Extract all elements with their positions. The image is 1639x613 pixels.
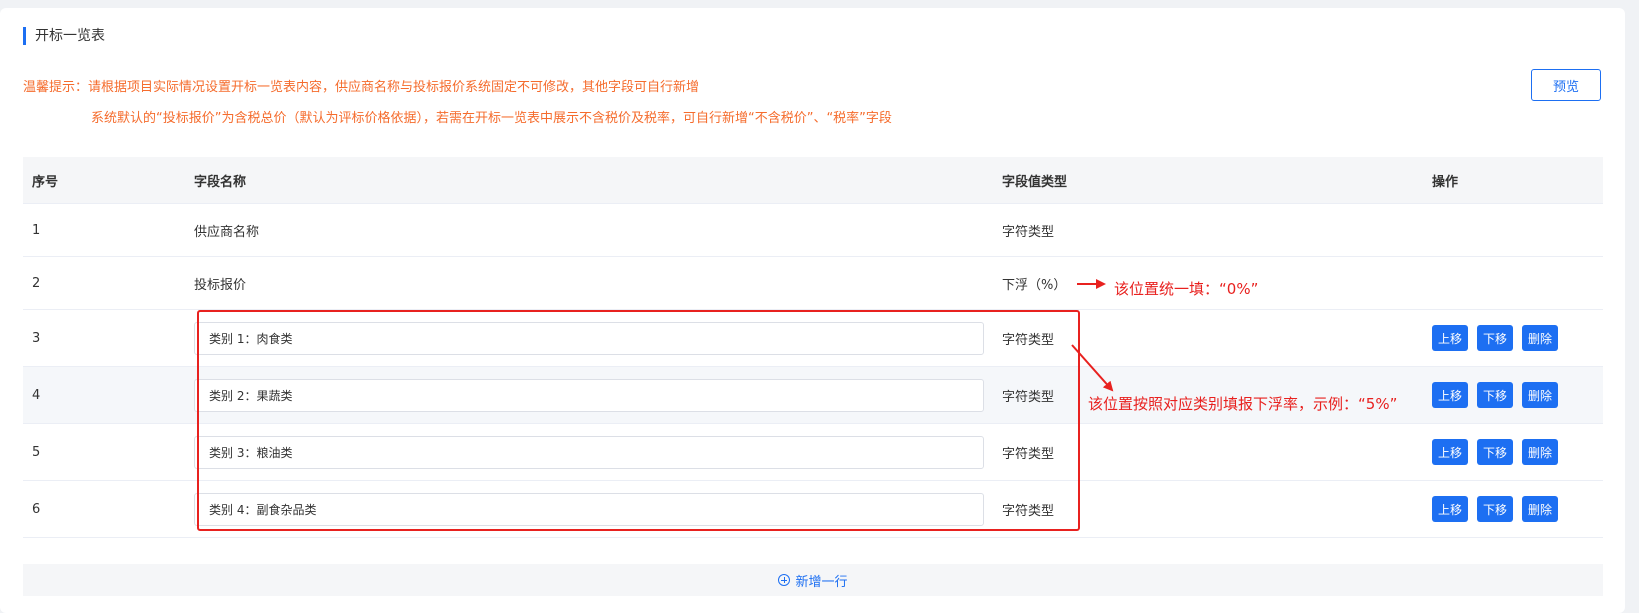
tip-line-1: 温馨提示：请根据项目实际情况设置开标一览表内容，供应商名称与投标报价系统固定不可… bbox=[23, 80, 700, 95]
delete-button[interactable]: 删除 bbox=[1522, 439, 1559, 465]
row-index: 3 bbox=[32, 330, 41, 346]
header-type: 字段值类型 bbox=[1002, 174, 1068, 190]
header-index: 序号 bbox=[32, 174, 59, 190]
plus-circle-icon bbox=[778, 574, 791, 586]
delete-button[interactable]: 删除 bbox=[1522, 382, 1559, 408]
table-row: 1 供应商名称 字符类型 bbox=[23, 204, 1603, 257]
add-row-label: 新增一行 bbox=[795, 574, 848, 590]
move-up-button[interactable]: 上移 bbox=[1432, 496, 1469, 522]
row-index: 5 bbox=[32, 444, 41, 460]
row-index: 2 bbox=[32, 275, 41, 291]
header-name: 字段名称 bbox=[194, 174, 247, 190]
annotation-note-2: 该位置按照对应类别填报下浮率，示例：“5%” bbox=[1088, 395, 1398, 413]
row-type: 字符类型 bbox=[1002, 332, 1055, 348]
move-up-button[interactable]: 上移 bbox=[1432, 382, 1469, 408]
header-ops: 操作 bbox=[1432, 174, 1459, 190]
row-ops: 上移 下移 删除 bbox=[1432, 382, 1603, 408]
move-up-button[interactable]: 上移 bbox=[1432, 439, 1469, 465]
move-down-button[interactable]: 下移 bbox=[1477, 325, 1514, 351]
table-row: 5 类别 3：粮油类 字符类型 上移 下移 删除 bbox=[23, 424, 1603, 481]
row-name-cell: 类别 4：副食杂品类 bbox=[194, 492, 1002, 526]
annotation-note-1: 该位置统一填：“0%” bbox=[1114, 280, 1259, 298]
field-name-input[interactable]: 类别 4：副食杂品类 bbox=[194, 492, 984, 526]
row-name-cell: 类别 1：肉食类 bbox=[194, 321, 1002, 355]
row-type: 字符类型 bbox=[1002, 446, 1055, 462]
field-name-input[interactable]: 类别 2：果蔬类 bbox=[194, 378, 984, 412]
row-ops: 上移 下移 删除 bbox=[1432, 325, 1603, 351]
delete-button[interactable]: 删除 bbox=[1522, 496, 1559, 522]
row-index: 1 bbox=[32, 222, 41, 238]
preview-button[interactable]: 预览 bbox=[1531, 69, 1601, 101]
delete-button[interactable]: 删除 bbox=[1522, 325, 1559, 351]
table-row: 6 类别 4：副食杂品类 字符类型 上移 下移 删除 bbox=[23, 481, 1603, 538]
tip-line-2: 系统默认的“投标报价”为含税总价（默认为评标价格依据），若需在开标一览表中展示不… bbox=[91, 111, 892, 126]
row-name: 供应商名称 bbox=[194, 224, 260, 240]
row-ops: 上移 下移 删除 bbox=[1432, 439, 1603, 465]
field-table: 序号 字段名称 字段值类型 操作 1 供应商名称 字符类型 2 投标报价 下浮（… bbox=[23, 157, 1603, 538]
row-name-cell: 类别 2：果蔬类 bbox=[194, 378, 1002, 412]
table-row: 2 投标报价 下浮（%） bbox=[23, 257, 1603, 310]
row-type: 字符类型 bbox=[1002, 224, 1055, 240]
table-header: 序号 字段名称 字段值类型 操作 bbox=[23, 157, 1603, 204]
row-type: 字符类型 bbox=[1002, 503, 1055, 519]
row-index: 4 bbox=[32, 387, 41, 403]
move-down-button[interactable]: 下移 bbox=[1477, 382, 1514, 408]
move-down-button[interactable]: 下移 bbox=[1477, 439, 1514, 465]
field-name-input[interactable]: 类别 3：粮油类 bbox=[194, 435, 984, 469]
table-row: 3 类别 1：肉食类 字符类型 上移 下移 删除 bbox=[23, 310, 1603, 367]
section-title: 开标一览表 bbox=[23, 27, 105, 45]
move-down-button[interactable]: 下移 bbox=[1477, 496, 1514, 522]
row-ops: 上移 下移 删除 bbox=[1432, 496, 1603, 522]
move-up-button[interactable]: 上移 bbox=[1432, 325, 1469, 351]
field-name-input[interactable]: 类别 1：肉食类 bbox=[194, 321, 984, 355]
row-index: 6 bbox=[32, 501, 41, 517]
row-name-cell: 类别 3：粮油类 bbox=[194, 435, 1002, 469]
add-row-button[interactable]: 新增一行 bbox=[23, 564, 1603, 596]
row-name: 投标报价 bbox=[194, 277, 247, 293]
